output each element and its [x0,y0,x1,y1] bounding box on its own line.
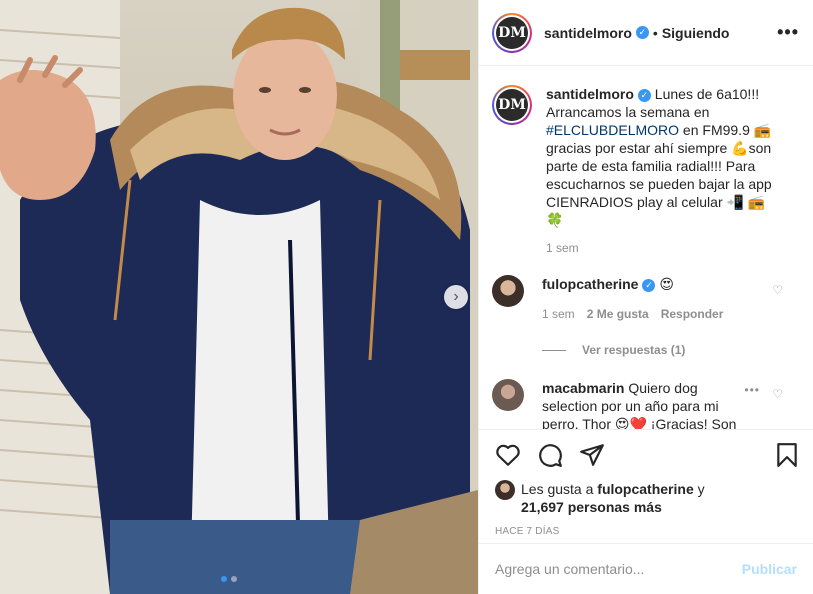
comment-time[interactable]: 1 sem [542,305,575,323]
save-bookmark-icon[interactable] [775,442,799,468]
comment-item: fulopcatherine ✓ 😍 1 sem 2 Me gusta Respo… [492,275,797,323]
verified-badge-icon: ✓ [637,88,651,102]
post-photo-illustration [0,0,478,594]
comment-likes[interactable]: 2 Me gusta [587,305,649,323]
add-comment-bar: Publicar [479,543,813,594]
like-comment-heart-icon[interactable]: ♡ [772,283,783,297]
likes-prefix: Les gusta a [521,481,598,497]
caption-username[interactable]: santidelmoro [546,86,634,102]
post-header: DM santidelmoro ✓ • Siguiendo ••• [479,0,813,66]
caption-avatar-image: DM [496,89,528,121]
comment-username[interactable]: fulopcatherine [542,276,638,292]
comment-input[interactable] [495,561,742,577]
author-username[interactable]: santidelmoro [544,25,632,41]
header-separator: • [652,24,658,41]
like-comment-heart-icon[interactable]: ♡ [772,387,783,401]
comment-username[interactable]: macabmarin [542,380,624,396]
author-avatar[interactable]: DM [492,12,532,53]
post-details-panel: DM santidelmoro ✓ • Siguiendo ••• DM san… [478,0,813,594]
carousel-dot-active [221,576,227,582]
comments-list[interactable]: DM santidelmoro ✓ Lunes de 6a10!!! Arranc… [479,67,813,429]
following-button[interactable]: Siguiendo [662,25,730,41]
post-timestamp[interactable]: HACE 7 DÍAS [495,526,799,537]
carousel-dot [231,576,237,582]
verified-badge-icon: ✓ [635,26,649,39]
post-actions: Les gusta a fulopcatherine y 21,697 pers… [479,429,813,537]
comment-item: macabmarin Quiero dog selection por un a… [492,379,797,429]
comment-avatar[interactable] [492,275,524,307]
comment-text: 😍 [655,276,674,292]
comment-meta: 1 sem 2 Me gusta Responder [542,305,752,323]
caption-author-avatar[interactable]: DM [492,85,532,125]
like-heart-icon[interactable] [495,443,521,467]
liker-avatar[interactable] [495,480,515,500]
next-image-button[interactable]: › [444,285,468,309]
more-options-icon[interactable]: ••• [777,22,799,43]
share-direct-icon[interactable] [579,442,605,468]
comment-bubble-icon[interactable] [537,442,563,468]
post-image[interactable]: › [0,0,478,594]
likes-count[interactable]: 21,697 personas más [521,499,662,515]
view-replies-button[interactable]: Ver respuestas (1) [542,343,797,357]
caption-text: santidelmoro ✓ Lunes de 6a10!!! Arrancamo… [546,85,778,229]
caption-hashtag[interactable]: #ELCLUBDELMORO [546,122,679,138]
reply-button[interactable]: Responder [661,305,724,323]
caption-time[interactable]: 1 sem [546,241,778,255]
action-icons-row [495,440,799,470]
comment-options-icon[interactable]: ••• [744,383,760,397]
view-replies-label: Ver respuestas (1) [582,343,686,357]
replies-divider [542,349,566,351]
likes-summary: Les gusta a fulopcatherine y 21,697 pers… [495,480,799,516]
likes-middle: y [693,481,705,497]
verified-badge-icon: ✓ [642,278,656,292]
post-caption: DM santidelmoro ✓ Lunes de 6a10!!! Arranc… [492,85,797,255]
comment-avatar[interactable] [492,379,524,411]
author-avatar-image: DM [496,16,528,49]
carousel-indicator [221,576,237,582]
likes-first-user[interactable]: fulopcatherine [597,481,693,497]
publish-button[interactable]: Publicar [742,561,797,577]
